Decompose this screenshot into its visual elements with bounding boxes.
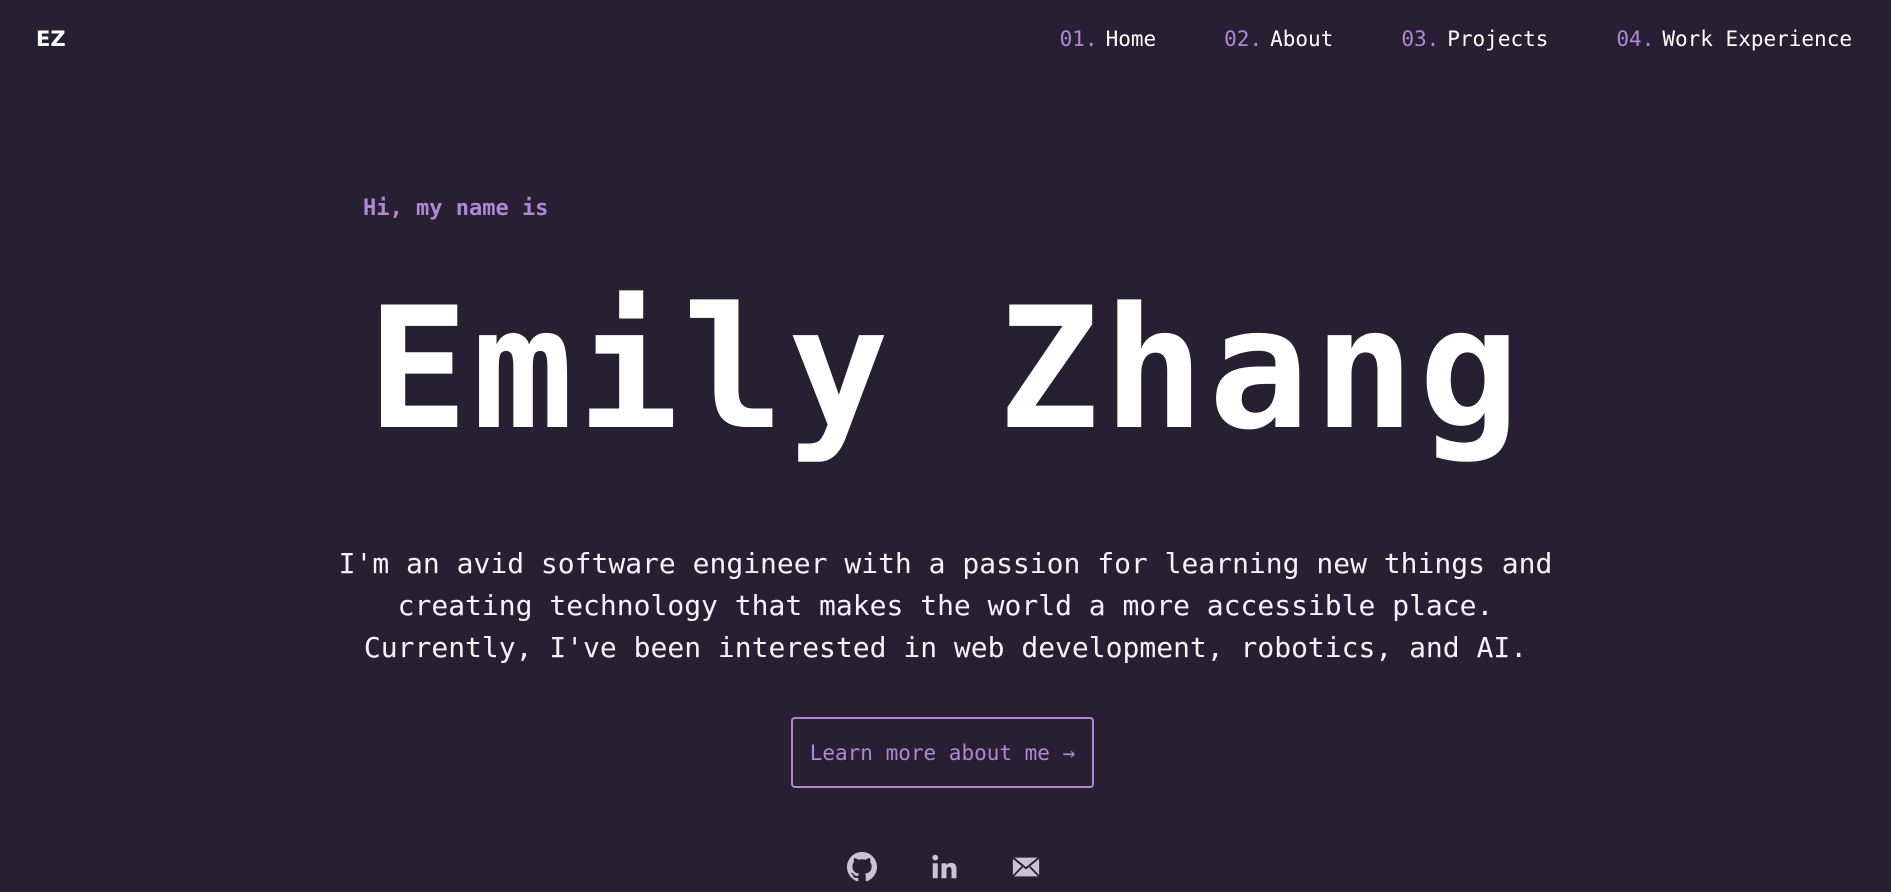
intro-paragraph: I'm an avid software engineer with a pas… — [0, 543, 1891, 669]
nav-number: 04. — [1616, 27, 1655, 51]
nav-item-home[interactable]: 01. Home — [1060, 29, 1157, 50]
linkedin-icon — [929, 852, 959, 882]
nav-item-work-experience[interactable]: 04. Work Experience — [1616, 29, 1852, 50]
logo[interactable]: EZ — [36, 29, 66, 50]
nav-item-about[interactable]: 02. About — [1224, 29, 1333, 50]
nav-label: Home — [1105, 27, 1157, 51]
nav-number: 02. — [1224, 27, 1263, 51]
github-icon — [847, 852, 877, 882]
greeting-text: Hi, my name is — [363, 196, 549, 221]
social-links — [847, 852, 1041, 882]
nav-number: 01. — [1059, 27, 1098, 51]
hero-name: Emily Zhang — [367, 271, 1524, 467]
nav-label: Work Experience — [1662, 27, 1852, 51]
nav-label: Projects — [1447, 27, 1549, 51]
email-link[interactable] — [1011, 852, 1041, 882]
nav-number: 03. — [1401, 27, 1440, 51]
intro-line: I'm an avid software engineer with a pas… — [338, 547, 1553, 580]
nav-item-projects[interactable]: 03. Projects — [1401, 29, 1548, 50]
intro-line: creating technology that makes the world… — [397, 589, 1494, 622]
linkedin-link[interactable] — [929, 852, 959, 882]
learn-more-button[interactable]: Learn more about me → — [791, 717, 1094, 788]
mail-icon — [1011, 852, 1041, 882]
nav-label: About — [1270, 27, 1334, 51]
github-link[interactable] — [847, 852, 877, 882]
main-nav: 01. Home 02. About 03. Projects 04. Work Exp… — [1060, 29, 1852, 50]
intro-line: Currently, I've been interested in web d… — [363, 631, 1528, 664]
